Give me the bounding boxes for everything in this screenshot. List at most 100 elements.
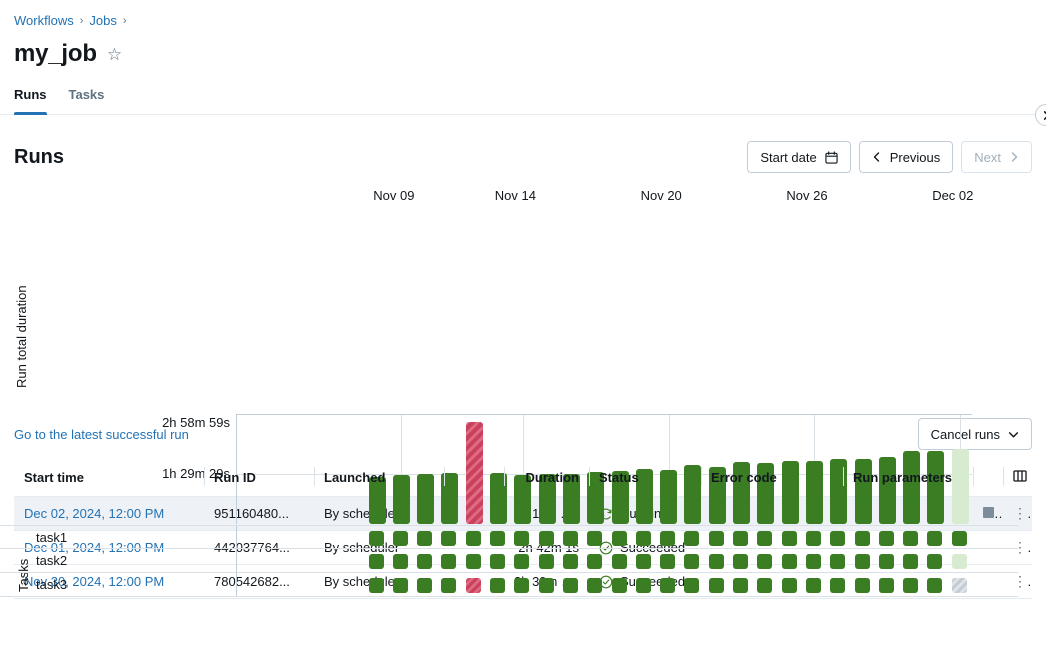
chart-task-cell[interactable] — [636, 578, 651, 593]
chart-task-cell[interactable] — [369, 531, 384, 546]
chart-task-cell[interactable] — [514, 531, 529, 546]
chart-task-row: task2 — [0, 549, 1018, 573]
stop-run-button[interactable] — [983, 507, 994, 518]
chart-task-cell[interactable] — [952, 578, 967, 593]
previous-button[interactable]: Previous — [859, 141, 954, 173]
chart-task-cell[interactable] — [806, 531, 821, 546]
tab-tasks[interactable]: Tasks — [69, 82, 105, 114]
chart-task-cell[interactable] — [903, 531, 918, 546]
chart-task-cell[interactable] — [660, 531, 675, 546]
chart-task-cell[interactable] — [927, 578, 942, 593]
chart-task-cell[interactable] — [466, 554, 481, 569]
chart-task-cell[interactable] — [393, 578, 408, 593]
chart-task-cell[interactable] — [879, 554, 894, 569]
chart-task-cell[interactable] — [636, 531, 651, 546]
breadcrumb-item-jobs[interactable]: Jobs — [89, 13, 116, 29]
chart-task-cell[interactable] — [830, 554, 845, 569]
chart-task-cell[interactable] — [563, 578, 578, 593]
chart-task-cell[interactable] — [782, 554, 797, 569]
chart-task-cell[interactable] — [927, 531, 942, 546]
column-header-run-id[interactable]: Run ID — [204, 463, 314, 497]
column-header-duration[interactable]: Duration — [504, 463, 589, 497]
chart-task-cell[interactable] — [393, 554, 408, 569]
chart-task-cell[interactable] — [733, 578, 748, 593]
chart-task-row-label: task1 — [36, 530, 67, 545]
chart-task-cell[interactable] — [514, 578, 529, 593]
column-header-run-parameters[interactable]: Run parameters — [843, 463, 973, 497]
chart-task-cell[interactable] — [369, 554, 384, 569]
chart-task-cell[interactable] — [927, 554, 942, 569]
chart-task-cell[interactable] — [441, 554, 456, 569]
chart-task-cell[interactable] — [709, 578, 724, 593]
column-header-launched[interactable]: Launched — [314, 463, 444, 497]
chart-task-cell[interactable] — [660, 578, 675, 593]
chart-task-cell[interactable] — [782, 578, 797, 593]
chart-task-cell[interactable] — [417, 554, 432, 569]
chart-task-cell[interactable] — [855, 554, 870, 569]
breadcrumb-item-workflows[interactable]: Workflows — [14, 13, 74, 29]
chart-task-cell[interactable] — [757, 554, 772, 569]
column-header-status[interactable]: Status — [589, 463, 701, 497]
chart-task-cell[interactable] — [539, 531, 554, 546]
chart-task-cell[interactable] — [587, 578, 602, 593]
chart-task-cell[interactable] — [612, 531, 627, 546]
chart-task-cell[interactable] — [952, 531, 967, 546]
chart-task-cell[interactable] — [417, 578, 432, 593]
chart-task-cell[interactable] — [393, 531, 408, 546]
chart-task-cell[interactable] — [709, 554, 724, 569]
chart-task-cell[interactable] — [830, 578, 845, 593]
chart-task-cell[interactable] — [733, 531, 748, 546]
chart-task-cell[interactable] — [539, 578, 554, 593]
chart-task-cell[interactable] — [417, 531, 432, 546]
chart-task-cell[interactable] — [490, 554, 505, 569]
next-button[interactable]: Next — [961, 141, 1032, 173]
previous-label: Previous — [890, 150, 941, 165]
chart-task-cell[interactable] — [879, 531, 894, 546]
chart-task-cell[interactable] — [855, 531, 870, 546]
chart-task-cell[interactable] — [684, 531, 699, 546]
chart-task-cell[interactable] — [660, 554, 675, 569]
chart-task-cell[interactable] — [757, 531, 772, 546]
panel-collapse-button[interactable] — [1035, 104, 1046, 126]
chart-task-cell[interactable] — [757, 578, 772, 593]
chart-task-cell[interactable] — [806, 578, 821, 593]
star-outline-icon[interactable]: ☆ — [107, 46, 122, 63]
start-date-button[interactable]: Start date — [747, 141, 850, 173]
chart-task-cell[interactable] — [466, 531, 481, 546]
chart-task-cell[interactable] — [539, 554, 554, 569]
chart-task-cell[interactable] — [587, 531, 602, 546]
chart-task-cell[interactable] — [490, 531, 505, 546]
chart-task-cell[interactable] — [441, 578, 456, 593]
chart-task-cell[interactable] — [903, 578, 918, 593]
runs-header: Runs Start date Previous Next — [0, 137, 1046, 177]
chart-task-cell[interactable] — [684, 578, 699, 593]
chart-task-cell[interactable] — [903, 554, 918, 569]
column-header-error-code[interactable]: Error code — [701, 463, 843, 497]
chart-task-cell[interactable] — [684, 554, 699, 569]
chart-task-cell[interactable] — [855, 578, 870, 593]
chart-task-cell[interactable] — [952, 554, 967, 569]
column-settings-button[interactable] — [1003, 463, 1032, 497]
chart-task-cell[interactable] — [563, 554, 578, 569]
chart-task-cell[interactable] — [612, 578, 627, 593]
chart-task-cell[interactable] — [733, 554, 748, 569]
chart-task-cell[interactable] — [709, 531, 724, 546]
chart-task-cell[interactable] — [369, 578, 384, 593]
chart-task-cell[interactable] — [563, 531, 578, 546]
chart-task-cell[interactable] — [514, 554, 529, 569]
row-kebab-menu-button[interactable]: ⋮ — [1013, 505, 1032, 521]
columns-icon — [1013, 469, 1027, 486]
column-header-start-time[interactable]: Start time — [14, 463, 204, 497]
chart-task-cell[interactable] — [466, 578, 481, 593]
chart-task-cell[interactable] — [782, 531, 797, 546]
calendar-icon — [825, 151, 838, 164]
chart-task-cell[interactable] — [636, 554, 651, 569]
chart-task-cell[interactable] — [441, 531, 456, 546]
tab-runs[interactable]: Runs — [14, 82, 47, 114]
chart-task-cell[interactable] — [612, 554, 627, 569]
chart-task-cell[interactable] — [587, 554, 602, 569]
chart-task-cell[interactable] — [879, 578, 894, 593]
chart-task-cell[interactable] — [490, 578, 505, 593]
chart-task-cell[interactable] — [806, 554, 821, 569]
chart-task-cell[interactable] — [830, 531, 845, 546]
